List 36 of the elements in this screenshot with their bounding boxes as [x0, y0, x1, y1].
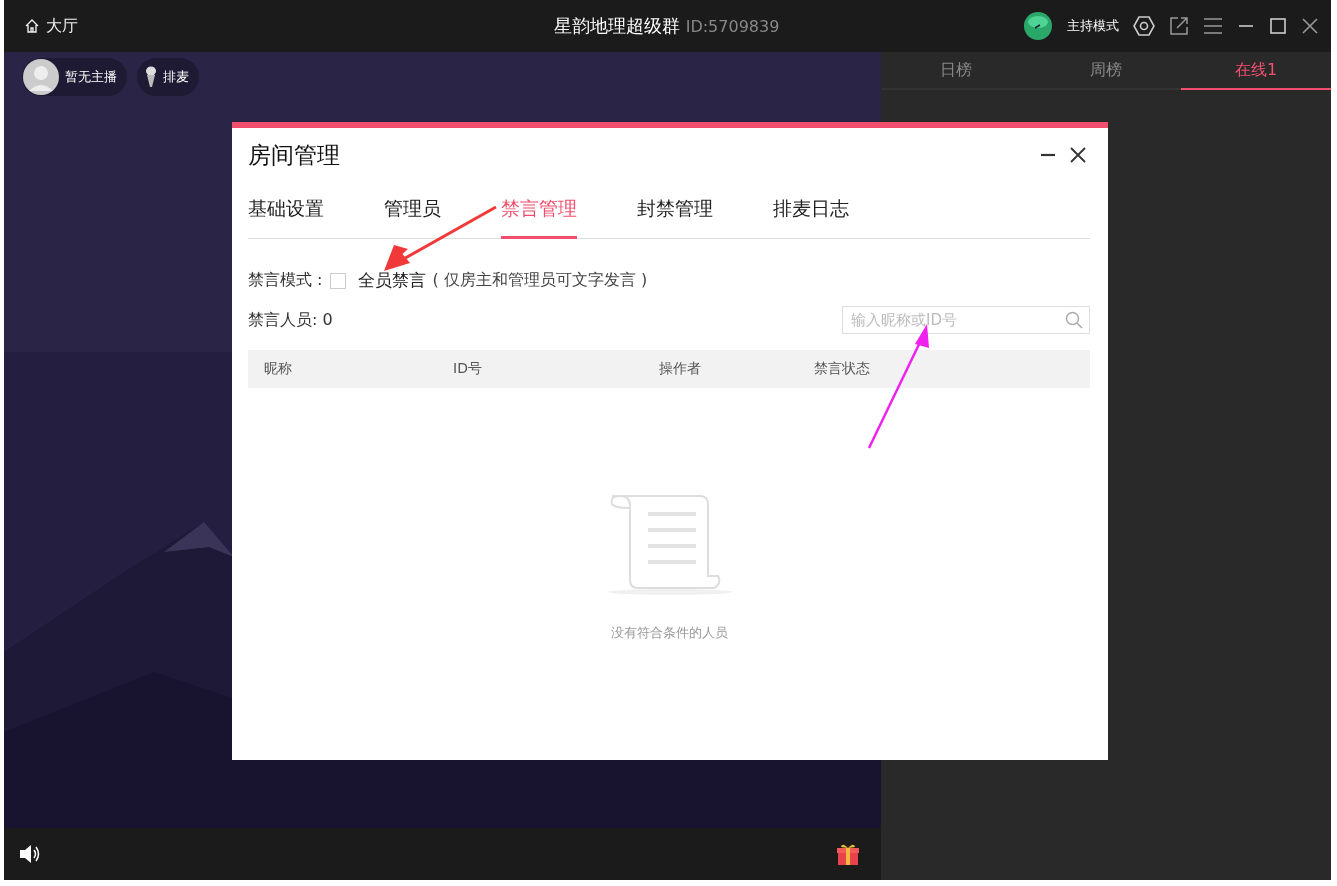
close-icon[interactable] — [1301, 17, 1319, 35]
settings-tab[interactable]: 排麦日志 — [773, 182, 849, 239]
home-icon — [24, 18, 40, 34]
column-header: 操作者 — [659, 360, 702, 378]
dialog-title: 房间管理 — [248, 140, 340, 170]
checkbox-label[interactable]: 全员禁言 — [358, 269, 427, 292]
ranking-tab[interactable]: 日榜 — [881, 52, 1031, 90]
user-avatar[interactable] — [1023, 11, 1053, 41]
ranking-tab[interactable]: 在线1 — [1181, 52, 1331, 90]
microphone-icon — [145, 66, 157, 88]
host-mode-label[interactable]: 主持模式 — [1067, 17, 1119, 35]
external-link-icon[interactable] — [1169, 16, 1189, 36]
settings-tab[interactable]: 封禁管理 — [637, 182, 713, 239]
settings-tab[interactable]: 管理员 — [384, 182, 441, 239]
ranking-tab[interactable]: 周榜 — [1031, 52, 1181, 90]
avatar-icon — [23, 59, 59, 95]
speaker-icon[interactable] — [18, 843, 42, 865]
menu-icon[interactable] — [1203, 17, 1223, 35]
host-chip[interactable]: 暂无主播 — [22, 58, 127, 96]
muted-count: 禁言人员: 0 — [248, 309, 333, 331]
empty-message: 没有符合条件的人员 — [610, 624, 728, 642]
mute-mode-note: ( 仅房主和管理员可文字发言 ) — [432, 270, 648, 291]
column-header: 禁言状态 — [814, 360, 870, 378]
settings-tab[interactable]: 基础设置 — [248, 182, 324, 239]
column-header: 昵称 — [264, 360, 293, 378]
mute-mode-label: 禁言模式 : — [248, 270, 323, 291]
maximize-icon[interactable] — [1269, 17, 1287, 35]
settings-tab[interactable]: 禁言管理 — [501, 182, 577, 239]
home-button[interactable]: 大厅 — [24, 15, 78, 37]
room-title: 星韵地理超级群 — [553, 14, 680, 38]
search-field[interactable]: 输入昵称或ID号 — [842, 306, 1090, 334]
column-header: ID号 — [453, 360, 483, 378]
settings-icon[interactable] — [1133, 15, 1155, 37]
close-icon[interactable] — [1070, 147, 1086, 163]
checkbox[interactable] — [330, 272, 347, 289]
room-id: ID:5709839 — [685, 17, 780, 36]
